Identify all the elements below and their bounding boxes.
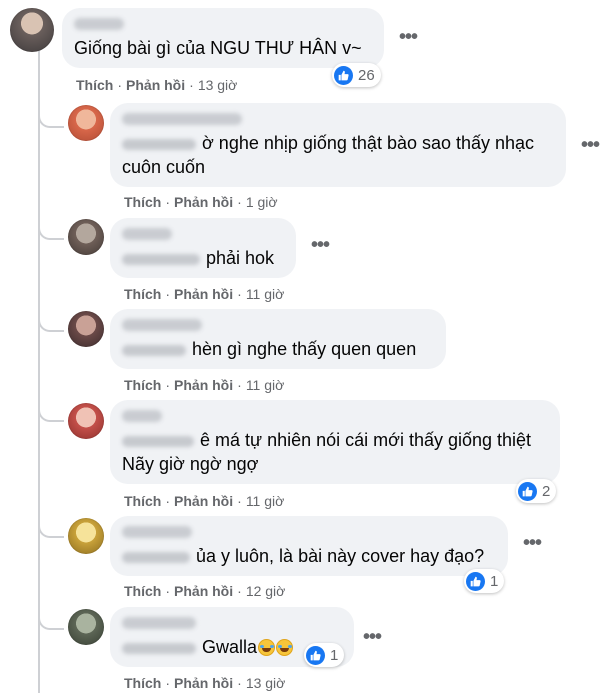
timestamp[interactable]: 1 giờ — [246, 194, 278, 210]
comment-actions: Thích · Phản hồi · 1 giờ — [124, 194, 278, 210]
reply-link[interactable]: Phản hồi — [174, 583, 233, 599]
author-name[interactable] — [122, 410, 162, 422]
thread-line — [38, 48, 40, 693]
timestamp[interactable]: 11 giờ — [246, 286, 285, 302]
timestamp[interactable]: 11 giờ — [246, 377, 285, 393]
reply-link[interactable]: Phản hồi — [174, 194, 233, 210]
like-thumb-icon — [306, 645, 325, 665]
author-name[interactable] — [122, 228, 172, 240]
avatar[interactable] — [10, 8, 54, 52]
thread-connector — [38, 106, 64, 128]
reaction-badge[interactable]: 1 — [304, 643, 345, 667]
comment-bubble: hèn gì nghe thấy quen quen — [110, 309, 446, 369]
comment-text: ủa y luôn, là bài này cover hay đạo? — [122, 544, 496, 568]
reaction-count: 1 — [490, 572, 499, 590]
mention-tag[interactable] — [122, 642, 196, 654]
avatar[interactable] — [68, 518, 104, 554]
mention-tag[interactable] — [122, 253, 200, 265]
author-name[interactable] — [122, 319, 202, 331]
comment-text-line: Nãy giờ ngờ ngợ — [122, 454, 259, 474]
avatar[interactable] — [68, 219, 104, 255]
comment-text: ờ nghe nhịp giống thật bào sao thấy nhạc — [122, 131, 554, 155]
timestamp[interactable]: 13 giờ — [246, 675, 286, 691]
rofl-emoji-icon — [258, 639, 276, 656]
comment-bubble: phải hok — [110, 218, 296, 278]
comment-text: ê má tự nhiên nói cái mới thấy giống thi… — [122, 428, 548, 452]
avatar[interactable] — [68, 403, 104, 439]
comment-thread: Giống bài gì của NGU THƯ HÂN v~ ••• 26 T… — [0, 0, 614, 693]
reply-link[interactable]: Phản hồi — [174, 493, 233, 509]
like-link[interactable]: Thích — [124, 194, 161, 210]
thread-connector — [38, 218, 64, 240]
mention-tag[interactable] — [122, 138, 196, 150]
comment-text-line: cuôn cuốn — [122, 157, 206, 177]
like-link[interactable]: Thích — [124, 377, 161, 393]
mention-tag[interactable] — [122, 435, 194, 447]
like-link[interactable]: Thích — [124, 675, 161, 691]
timestamp[interactable]: 12 giờ — [246, 583, 286, 599]
thread-connector — [38, 400, 64, 422]
author-name[interactable] — [74, 18, 124, 30]
reaction-count: 26 — [358, 66, 375, 84]
comment-actions: Thích · Phản hồi · 13 giờ — [124, 675, 286, 691]
reaction-badge[interactable]: 2 — [516, 479, 557, 503]
comment-bubble: ủa y luôn, là bài này cover hay đạo? — [110, 516, 508, 576]
reply-link[interactable]: Phản hồi — [126, 77, 185, 93]
comment-bubble: Giống bài gì của NGU THƯ HÂN v~ — [62, 8, 384, 68]
rofl-emoji-icon — [276, 639, 294, 656]
reply-link[interactable]: Phản hồi — [174, 377, 233, 393]
more-options-icon[interactable]: ••• — [520, 533, 544, 558]
reply-link[interactable]: Phản hồi — [174, 286, 233, 302]
like-link[interactable]: Thích — [76, 77, 113, 93]
comment-bubble: ờ nghe nhịp giống thật bào sao thấy nhạc… — [110, 103, 566, 187]
comment-actions: Thích · Phản hồi · 12 giờ — [124, 583, 286, 599]
timestamp[interactable]: 11 giờ — [246, 493, 285, 509]
more-options-icon[interactable]: ••• — [360, 627, 384, 652]
like-thumb-icon — [518, 481, 537, 501]
comment-text: Giống bài gì của NGU THƯ HÂN v~ — [74, 38, 362, 58]
author-name[interactable] — [122, 617, 196, 629]
thread-connector — [38, 310, 64, 332]
reaction-count: 2 — [542, 482, 551, 500]
author-name[interactable] — [122, 526, 192, 538]
avatar[interactable] — [68, 105, 104, 141]
like-link[interactable]: Thích — [124, 286, 161, 302]
comment-text: hèn gì nghe thấy quen quen — [122, 337, 434, 361]
more-options-icon[interactable]: ••• — [396, 27, 420, 52]
like-thumb-icon — [334, 65, 353, 85]
like-link[interactable]: Thích — [124, 583, 161, 599]
like-thumb-icon — [466, 571, 485, 591]
reaction-badge[interactable]: 1 — [464, 569, 505, 593]
author-name[interactable] — [122, 113, 242, 125]
thread-connector — [38, 516, 64, 538]
avatar[interactable] — [68, 311, 104, 347]
timestamp[interactable]: 13 giờ — [198, 77, 238, 93]
like-link[interactable]: Thích — [124, 493, 161, 509]
mention-tag[interactable] — [122, 344, 186, 356]
comment-text: phải hok — [122, 246, 284, 270]
comment-bubble: ê má tự nhiên nói cái mới thấy giống thi… — [110, 400, 560, 484]
comment-actions: Thích · Phản hồi · 11 giờ — [124, 286, 285, 302]
reply-link[interactable]: Phản hồi — [174, 675, 233, 691]
comment-actions: Thích · Phản hồi · 11 giờ — [124, 377, 285, 393]
more-options-icon[interactable]: ••• — [308, 235, 332, 260]
more-options-icon[interactable]: ••• — [578, 135, 602, 160]
reaction-count: 1 — [330, 646, 339, 664]
comment-actions: Thích · Phản hồi · 11 giờ — [124, 493, 285, 509]
avatar[interactable] — [68, 609, 104, 645]
reaction-badge[interactable]: 26 — [332, 63, 381, 87]
thread-connector — [38, 608, 64, 630]
comment-actions: Thích · Phản hồi · 13 giờ — [76, 77, 238, 93]
mention-tag[interactable] — [122, 551, 190, 563]
